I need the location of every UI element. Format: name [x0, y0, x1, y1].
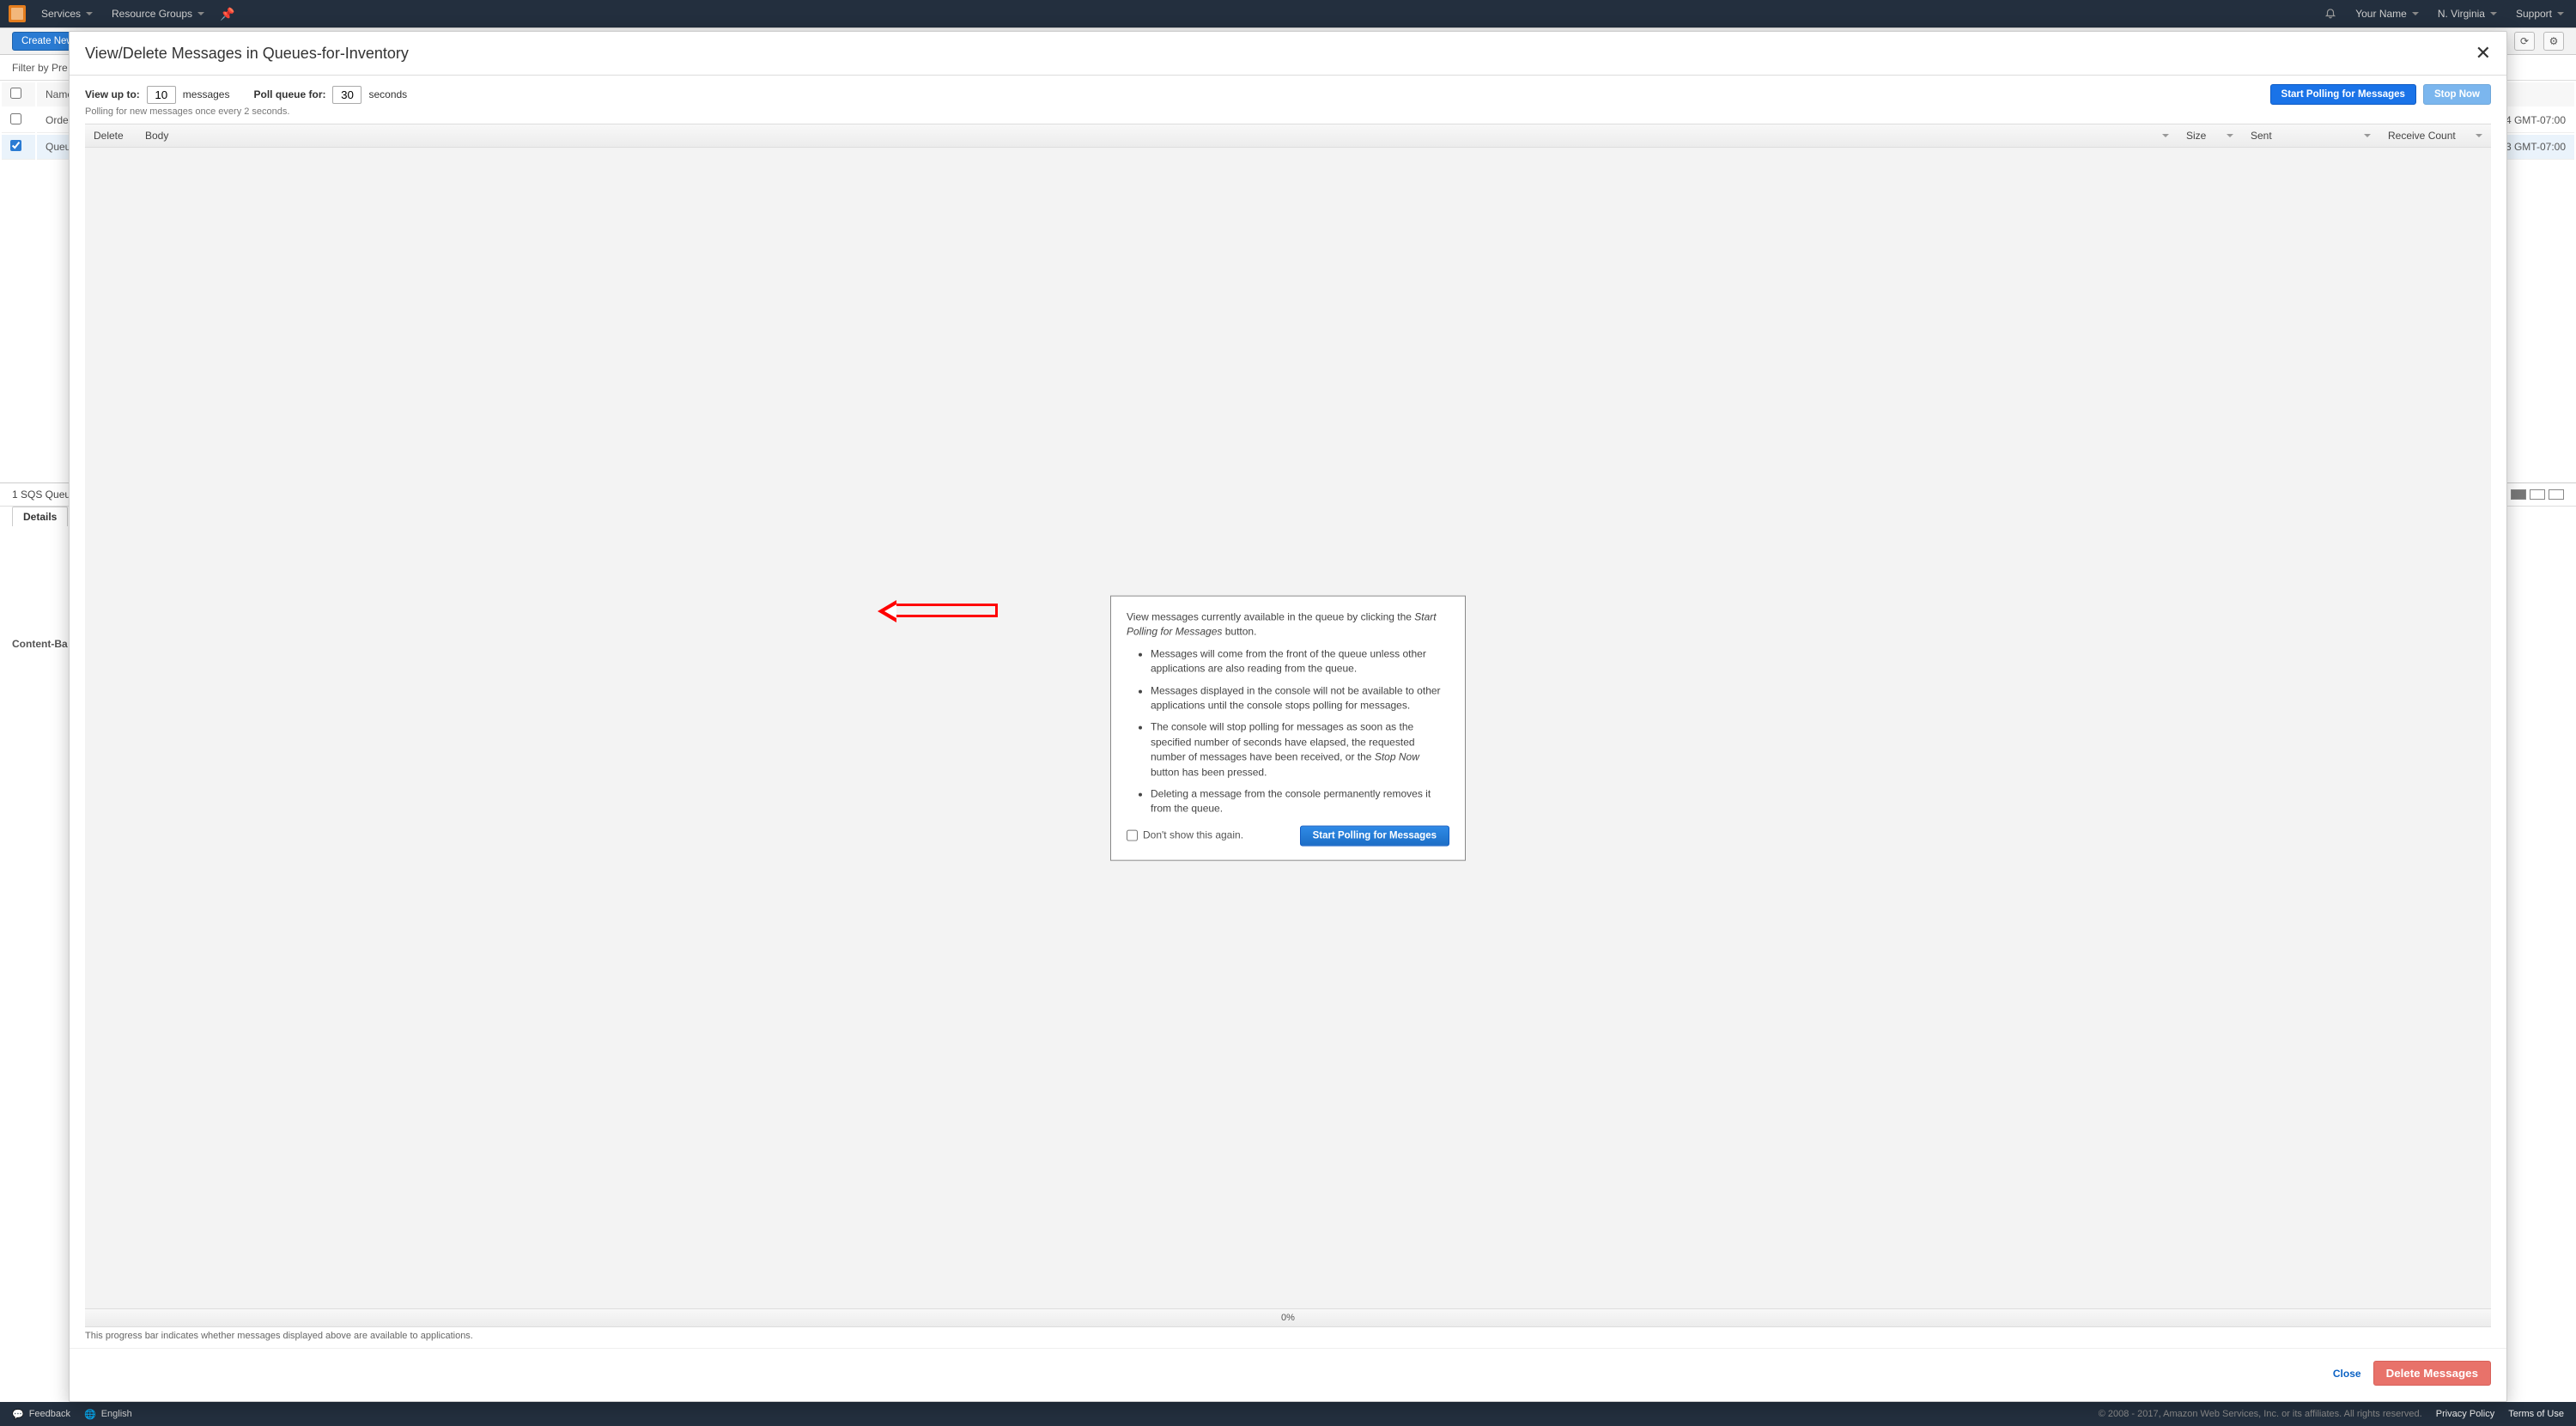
bell-icon — [2324, 7, 2336, 21]
aws-logo[interactable] — [9, 5, 26, 22]
modal-title: View/Delete Messages in Queues-for-Inven… — [85, 45, 409, 63]
pin-icon[interactable]: 📌 — [220, 7, 234, 21]
caret-down-icon — [197, 12, 204, 15]
tab-details[interactable]: Details — [12, 507, 68, 526]
gear-icon: ⚙ — [2549, 35, 2559, 47]
stop-now-button: Stop Now — [2423, 84, 2491, 105]
select-all-checkbox[interactable] — [10, 88, 21, 99]
polling-info-dialog: View messages currently available in the… — [1110, 596, 1466, 861]
notifications[interactable] — [2321, 7, 2340, 21]
globe-icon: 🌐 — [84, 1409, 96, 1420]
caret-down-icon — [2490, 12, 2497, 15]
user-label: Your Name — [2355, 8, 2407, 20]
delete-messages-button[interactable]: Delete Messages — [2373, 1361, 2491, 1386]
services-menu[interactable]: Services — [38, 8, 96, 20]
poll-for-input[interactable] — [332, 86, 361, 104]
filter-label: Filter by Pre — [12, 62, 68, 74]
progress-note: This progress bar indicates whether mess… — [70, 1327, 2506, 1348]
messages-table-header: Delete Body Size Sent Receive Count — [85, 124, 2491, 148]
messages-body: View messages currently available in the… — [85, 148, 2491, 1308]
col-sent[interactable]: Sent — [2242, 124, 2379, 147]
row-checkbox[interactable] — [10, 113, 21, 124]
resource-groups-menu[interactable]: Resource Groups — [108, 8, 208, 20]
messages-word: messages — [183, 88, 230, 100]
settings-button[interactable]: ⚙ — [2543, 32, 2564, 51]
view-up-to-label: View up to: — [85, 88, 140, 100]
col-body[interactable]: Body — [137, 124, 2178, 147]
speech-icon: 💬 — [12, 1409, 24, 1420]
row-checkbox[interactable] — [10, 140, 21, 151]
layout-thumb-icon[interactable] — [2549, 489, 2564, 500]
info-intro: View messages currently available in the… — [1127, 610, 1449, 640]
caret-down-icon — [2412, 12, 2419, 15]
info-bullet: The console will stop polling for messag… — [1151, 720, 1449, 780]
region-label: N. Virginia — [2438, 8, 2485, 20]
support-menu[interactable]: Support — [2512, 8, 2567, 20]
dont-show-again-label[interactable]: Don't show this again. — [1127, 828, 1243, 843]
info-start-polling-button[interactable]: Start Polling for Messages — [1300, 825, 1449, 846]
info-bullet: Messages will come from the front of the… — [1151, 646, 1449, 677]
info-bullet: Messages displayed in the console will n… — [1151, 683, 1449, 713]
caret-down-icon — [86, 12, 93, 15]
feedback-link[interactable]: 💬Feedback — [12, 1409, 70, 1420]
view-up-to-input[interactable] — [147, 86, 176, 104]
privacy-link[interactable]: Privacy Policy — [2436, 1409, 2494, 1419]
language-selector[interactable]: 🌐English — [84, 1409, 132, 1420]
refresh-button[interactable]: ⟳ — [2514, 32, 2535, 51]
annotation-red-arrow — [878, 600, 998, 622]
poll-note: Polling for new messages once every 2 se… — [70, 106, 2506, 124]
col-receive[interactable]: Receive Count — [2379, 124, 2491, 147]
poll-for-label: Poll queue for: — [253, 88, 325, 100]
col-delete: Delete — [85, 124, 137, 147]
info-bullet: Deleting a message from the console perm… — [1151, 787, 1449, 817]
progress-bar: 0% — [85, 1308, 2491, 1327]
refresh-icon: ⟳ — [2520, 35, 2529, 47]
top-navbar: Services Resource Groups 📌 Your Name N. … — [0, 0, 2576, 27]
start-polling-button[interactable]: Start Polling for Messages — [2270, 84, 2416, 105]
region-menu[interactable]: N. Virginia — [2434, 8, 2500, 20]
footer: 💬Feedback 🌐English © 2008 - 2017, Amazon… — [0, 1402, 2576, 1426]
selection-summary: 1 SQS Queue — [12, 488, 76, 501]
support-label: Support — [2516, 8, 2552, 20]
close-icon[interactable]: ✕ — [2476, 44, 2491, 63]
services-label: Services — [41, 8, 81, 20]
user-menu[interactable]: Your Name — [2352, 8, 2422, 20]
caret-down-icon — [2557, 12, 2564, 15]
seconds-word: seconds — [368, 88, 407, 100]
layout-thumb-icon[interactable] — [2530, 489, 2545, 500]
copyright: © 2008 - 2017, Amazon Web Services, Inc.… — [2099, 1409, 2422, 1419]
dont-show-again-checkbox[interactable] — [1127, 830, 1138, 841]
terms-link[interactable]: Terms of Use — [2508, 1409, 2564, 1419]
resource-groups-label: Resource Groups — [112, 8, 192, 20]
col-size[interactable]: Size — [2178, 124, 2242, 147]
view-delete-messages-modal: View/Delete Messages in Queues-for-Inven… — [69, 31, 2507, 1402]
layout-thumb-icon[interactable] — [2511, 489, 2526, 500]
close-button[interactable]: Close — [2333, 1368, 2361, 1380]
